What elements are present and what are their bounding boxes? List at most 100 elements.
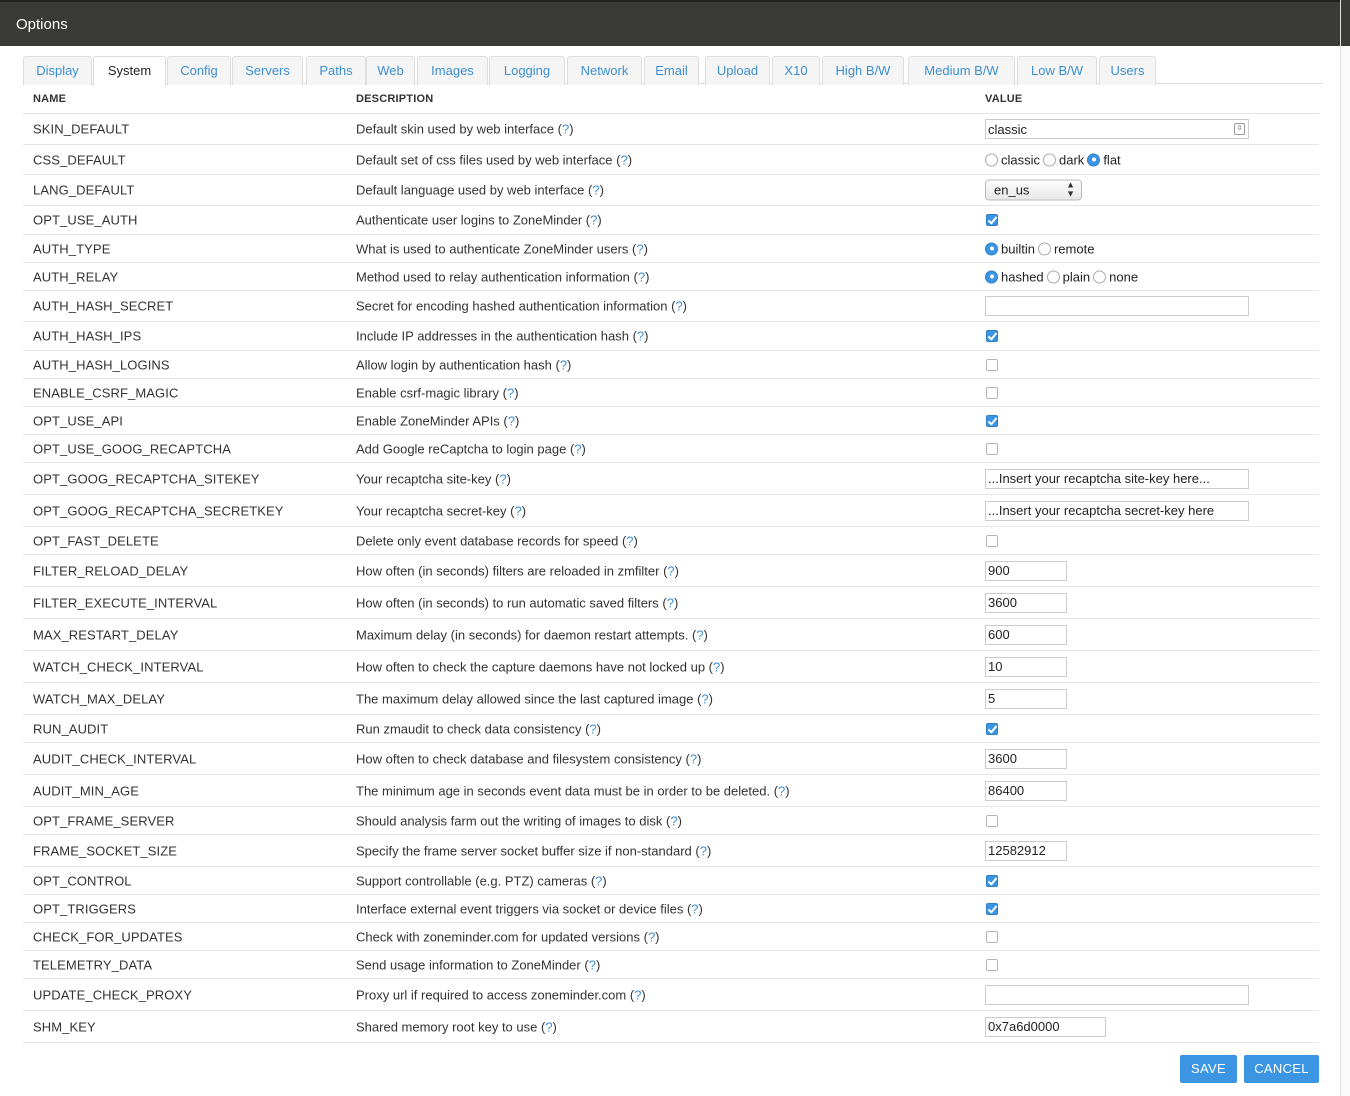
tab-high-b-w[interactable]: High B/W xyxy=(822,56,904,85)
radio-label: dark xyxy=(1059,152,1085,167)
tab-network[interactable]: Network xyxy=(567,56,642,85)
radio-builtin[interactable] xyxy=(985,242,998,255)
tab-images[interactable]: Images xyxy=(417,56,488,85)
help-link[interactable]: ? xyxy=(589,957,596,972)
option-description: How often to check the capture daemons h… xyxy=(356,659,725,674)
help-link[interactable]: ? xyxy=(634,987,641,1002)
description-text: Enable ZoneMinder APIs xyxy=(356,413,500,428)
cancel-button[interactable]: CANCEL xyxy=(1244,1055,1319,1083)
radio-hashed[interactable] xyxy=(985,270,998,283)
tab-low-b-w[interactable]: Low B/W xyxy=(1017,56,1097,85)
help-link[interactable]: ? xyxy=(499,471,506,486)
help-link[interactable]: ? xyxy=(560,357,567,372)
help-link[interactable]: ? xyxy=(667,595,674,610)
help-link[interactable]: ? xyxy=(701,691,708,706)
option-checkbox[interactable] xyxy=(986,930,998,943)
option-text-field[interactable] xyxy=(985,780,1067,801)
help-link[interactable]: ? xyxy=(696,627,703,642)
tab-users[interactable]: Users xyxy=(1099,56,1156,85)
option-checkbox[interactable] xyxy=(986,442,998,455)
radio-none[interactable] xyxy=(1093,270,1107,283)
radio-label: flat xyxy=(1103,152,1121,167)
option-value: classic ⇳ xyxy=(985,119,1249,139)
skin-select[interactable]: classic ⇳ xyxy=(985,119,1249,139)
option-checkbox[interactable] xyxy=(986,214,998,226)
help-link[interactable]: ? xyxy=(778,783,785,798)
option-checkbox[interactable] xyxy=(986,958,998,971)
help-link[interactable]: ? xyxy=(675,299,682,314)
option-checkbox[interactable] xyxy=(986,330,998,342)
option-description: Interface external event triggers via so… xyxy=(356,901,703,916)
help-link[interactable]: ? xyxy=(592,183,599,198)
tab-x10[interactable]: X10 xyxy=(772,56,820,85)
save-button[interactable]: SAVE xyxy=(1180,1055,1237,1083)
radio-classic[interactable] xyxy=(985,153,998,166)
description-text: Default set of css files used by web int… xyxy=(356,152,613,167)
option-checkbox[interactable] xyxy=(986,386,998,399)
option-checkbox[interactable] xyxy=(986,722,998,735)
tab-config[interactable]: Config xyxy=(167,56,231,85)
help-link[interactable]: ? xyxy=(589,721,596,736)
description-text: Add Google reCaptcha to login page xyxy=(356,441,567,456)
help-link[interactable]: ? xyxy=(590,213,597,228)
help-link[interactable]: ? xyxy=(670,813,677,828)
tab-system[interactable]: System xyxy=(93,56,166,86)
option-text-field[interactable] xyxy=(985,1016,1106,1037)
option-value xyxy=(985,560,1067,581)
option-text-field[interactable] xyxy=(985,656,1067,677)
tab-servers[interactable]: Servers xyxy=(232,56,303,85)
radio-dark[interactable] xyxy=(1043,153,1057,166)
help-link[interactable]: ? xyxy=(595,873,602,888)
option-text-field[interactable] xyxy=(985,840,1067,861)
tab-upload[interactable]: Upload xyxy=(705,56,770,85)
help-link[interactable]: ? xyxy=(515,503,522,518)
help-link[interactable]: ? xyxy=(637,329,644,344)
help-link[interactable]: ? xyxy=(620,152,627,167)
help-link[interactable]: ? xyxy=(667,563,674,578)
help-link[interactable]: ? xyxy=(638,269,645,284)
option-text-field[interactable] xyxy=(985,500,1249,521)
option-text-field[interactable] xyxy=(985,748,1067,769)
radio-plain[interactable] xyxy=(1046,270,1060,283)
option-checkbox[interactable] xyxy=(986,874,998,887)
description-text: Support controllable (e.g. PTZ) cameras xyxy=(356,873,588,888)
option-text-field[interactable] xyxy=(985,296,1249,316)
help-link[interactable]: ? xyxy=(626,533,633,548)
help-link[interactable]: ? xyxy=(691,901,698,916)
help-link[interactable]: ? xyxy=(574,441,581,456)
option-checkbox[interactable] xyxy=(986,534,998,547)
option-checkbox[interactable] xyxy=(986,414,998,427)
help-link[interactable]: ? xyxy=(648,929,655,944)
help-link[interactable]: ? xyxy=(508,413,515,428)
option-row-check-for-updates: CHECK_FOR_UPDATES Check with zoneminder.c… xyxy=(23,923,1319,951)
option-text-field[interactable] xyxy=(985,592,1067,613)
tab-email[interactable]: Email xyxy=(644,56,699,85)
help-link[interactable]: ? xyxy=(700,843,707,858)
tab-paths[interactable]: Paths xyxy=(306,56,366,85)
option-text-field[interactable] xyxy=(985,624,1067,645)
option-text-field[interactable] xyxy=(985,984,1249,1005)
help-link[interactable]: ? xyxy=(636,241,643,256)
option-text-field[interactable] xyxy=(985,560,1067,581)
help-link[interactable]: ? xyxy=(713,659,720,674)
option-row-opt-goog-recaptcha-secretkey: OPT_GOOG_RECAPTCHA_SECRETKEY Your recaptc… xyxy=(23,495,1319,527)
option-value xyxy=(985,780,1067,801)
option-text-field[interactable] xyxy=(985,468,1249,489)
help-link[interactable]: ? xyxy=(690,751,697,766)
tab-medium-b-w[interactable]: Medium B/W xyxy=(908,56,1015,85)
help-link[interactable]: ? xyxy=(562,122,569,137)
option-value xyxy=(985,358,998,371)
radio-remote[interactable] xyxy=(1037,242,1051,255)
help-link[interactable]: ? xyxy=(507,385,514,400)
tab-web[interactable]: Web xyxy=(366,56,415,85)
language-select[interactable]: en_us ▲ ▼ xyxy=(985,179,1082,201)
option-checkbox[interactable] xyxy=(986,902,998,915)
option-checkbox[interactable] xyxy=(986,814,998,827)
tab-logging[interactable]: Logging xyxy=(489,56,565,85)
radio-flat[interactable] xyxy=(1087,153,1101,166)
option-checkbox[interactable] xyxy=(986,358,998,371)
option-row-filter-execute-interval: FILTER_EXECUTE_INTERVAL How often (in sec… xyxy=(23,587,1319,619)
tab-display[interactable]: Display xyxy=(23,56,92,85)
option-text-field[interactable] xyxy=(985,688,1067,709)
help-link[interactable]: ? xyxy=(545,1019,552,1034)
